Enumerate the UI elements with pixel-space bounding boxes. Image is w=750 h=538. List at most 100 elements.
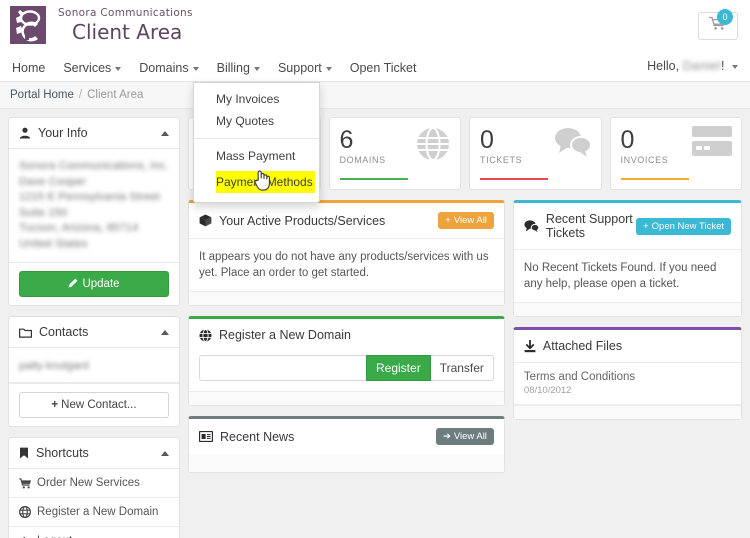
dropdown-separator: [194, 138, 319, 139]
info-line: United States: [19, 237, 88, 250]
view-all-products-button[interactable]: + View All: [438, 212, 494, 229]
nav-label: Support: [277, 61, 322, 75]
info-line: Tucson, Arizona, 85714: [19, 222, 139, 234]
cart-button[interactable]: 0: [698, 9, 738, 40]
nav-item-billing[interactable]: Billing: [217, 61, 260, 75]
content-columns: Your Active Products/Services + View All …: [188, 200, 742, 483]
info-line: Suite 150: [19, 206, 68, 219]
info-line: Dave Cooper: [19, 175, 87, 188]
panel-your-info: Your Info Sonora Communications, Inc. Da…: [8, 117, 180, 306]
contact-list-item[interactable]: patty knutgard: [9, 348, 179, 383]
your-info-header[interactable]: Your Info: [9, 118, 179, 149]
open-new-ticket-label: Open New Ticket: [651, 220, 724, 232]
attached-files-footer: [513, 405, 741, 419]
attached-files-title: Attached Files: [542, 339, 623, 353]
breadcrumb-portal-home[interactable]: Portal Home: [10, 89, 74, 101]
brand-logo-block[interactable]: Sonora Communications Client Area: [8, 4, 193, 48]
panel-support-tickets: Recent Support Tickets + Open New Ticket …: [512, 200, 742, 317]
pencil-icon: [69, 278, 78, 288]
support-tickets-header: Recent Support Tickets + Open New Ticket: [513, 203, 741, 250]
cart-icon-wrap: 0: [708, 9, 733, 36]
domain-search-form: Register Transfer: [189, 346, 504, 391]
credit-card-icon: [692, 126, 732, 161]
sidebar-item-order-new-services[interactable]: Order New Services: [9, 469, 179, 498]
support-tickets-footer: [513, 302, 741, 316]
transfer-button[interactable]: Transfer: [430, 355, 494, 381]
download-icon: [524, 339, 536, 353]
update-button[interactable]: Update: [19, 271, 169, 297]
sidebar: Your Info Sonora Communications, Inc. Da…: [8, 117, 180, 538]
nav-item-services[interactable]: Services: [63, 61, 122, 75]
site-header: Sonora Communications Client Area 0: [0, 0, 750, 55]
stat-card-tickets[interactable]: 0 TICKETS: [469, 117, 602, 190]
globe-icon: [199, 328, 212, 342]
news-icon: [199, 431, 213, 442]
plus-icon: +: [51, 399, 59, 411]
new-contact-label: New Contact...: [61, 399, 137, 411]
chevron-up-icon[interactable]: [161, 130, 169, 136]
dropdown-item-my-quotes[interactable]: My Quotes: [194, 110, 319, 132]
active-products-title: Your Active Products/Services: [219, 213, 386, 228]
greeting-suffix: !: [721, 59, 725, 73]
sidebar-item-logout[interactable]: Logout: [9, 527, 179, 538]
shortcut-label: Order New Services: [37, 477, 140, 489]
support-tickets-title: Recent Support Tickets: [545, 212, 633, 240]
contacts-footer: + New Contact...: [9, 383, 179, 426]
view-all-news-button[interactable]: ➔ View All: [435, 428, 494, 445]
plus-icon: +: [445, 215, 451, 226]
new-contact-button[interactable]: + New Contact...: [19, 392, 169, 418]
nav-label: Billing: [216, 61, 250, 75]
info-line: Sonora Communications, Inc.: [19, 160, 169, 172]
user-menu[interactable]: Hello, Daniel!: [647, 59, 738, 73]
contacts-header[interactable]: Contacts: [9, 317, 179, 348]
view-all-label: View All: [453, 431, 487, 442]
globe-icon: [19, 506, 37, 518]
chevron-down-icon: [325, 66, 332, 71]
open-new-ticket-button[interactable]: + Open New Ticket: [636, 217, 731, 235]
stat-card-invoices[interactable]: 0 INVOICES: [609, 117, 742, 190]
update-label: Update: [82, 278, 120, 290]
your-info-lines: Sonora Communications, Inc. Dave Cooper …: [19, 159, 169, 252]
panel-recent-news: Recent News ➔ View All: [188, 416, 505, 473]
dropdown-item-mass-payment[interactable]: Mass Payment: [194, 145, 319, 167]
shortcuts-header[interactable]: Shortcuts: [9, 438, 179, 469]
greeting-prefix: Hello,: [647, 59, 680, 73]
attached-file-name: Terms and Conditions: [523, 371, 636, 383]
attached-files-header: Attached Files: [513, 330, 741, 363]
chevron-down-icon: [253, 66, 260, 71]
brand-company-name: Sonora Communications: [58, 7, 193, 19]
pointing-hand-cursor-icon: [253, 169, 271, 196]
nav-item-support[interactable]: Support: [278, 61, 332, 75]
stat-card-domains[interactable]: 6 DOMAINS: [328, 117, 461, 190]
cart-count-badge: 0: [717, 9, 733, 25]
chevron-up-icon[interactable]: [161, 329, 169, 335]
register-button[interactable]: Register: [366, 355, 431, 381]
breadcrumb-current: Client Area: [87, 89, 144, 101]
attached-file-row[interactable]: Terms and Conditions 08/10/2012: [513, 363, 741, 405]
support-tickets-body: No Recent Tickets Found. If you need any…: [523, 262, 717, 290]
view-all-label: View All: [453, 215, 487, 226]
chevron-up-icon[interactable]: [161, 450, 169, 456]
nav-item-domains[interactable]: Domains: [139, 61, 199, 75]
stat-accent-rule: [620, 178, 689, 180]
nav-item-home[interactable]: Home: [12, 61, 45, 75]
register-domain-header: Register a New Domain: [189, 319, 504, 346]
active-products-body: It appears you do not have any products/…: [199, 251, 489, 279]
nav-item-open-ticket[interactable]: Open Ticket: [350, 61, 417, 75]
domain-search-input[interactable]: [199, 355, 366, 381]
plus-icon: +: [643, 220, 649, 232]
register-domain-title: Register a New Domain: [219, 328, 351, 342]
content-column-left: Your Active Products/Services + View All …: [188, 200, 505, 483]
sidebar-item-register-new-domain[interactable]: Register a New Domain: [9, 498, 179, 527]
nav-label: Services: [63, 61, 112, 75]
breadcrumb-separator: /: [78, 89, 83, 101]
chevron-down-icon: [192, 66, 199, 71]
page-body: Your Info Sonora Communications, Inc. Da…: [0, 109, 750, 538]
stat-accent-rule: [339, 178, 408, 180]
contact-name: patty knutgard: [19, 360, 89, 372]
dropdown-item-my-invoices[interactable]: My Invoices: [194, 88, 319, 110]
contacts-title: Contacts: [39, 325, 89, 339]
greeting-username: Daniel: [682, 59, 722, 73]
panel-contacts: Contacts patty knutgard + New Contact...: [8, 316, 180, 427]
stat-accent-rule: [480, 178, 548, 180]
